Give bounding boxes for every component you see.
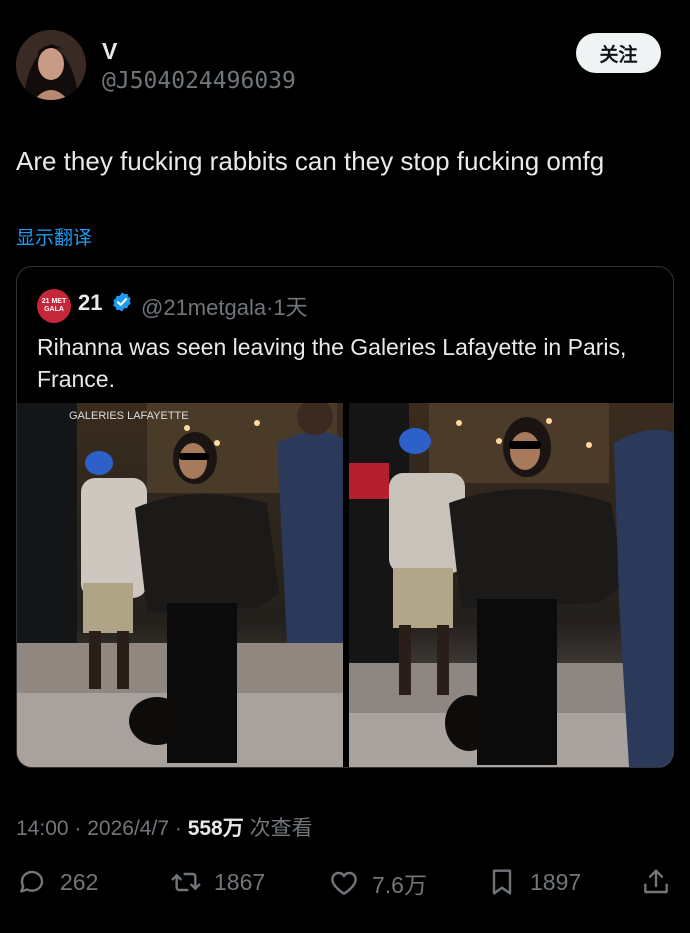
quoted-author-handle[interactable]: @21metgala [141,295,266,320]
quoted-photo-1[interactable]: GALERIES LAFAYETTE [17,403,343,767]
follow-button[interactable]: 关注 [576,33,661,73]
author-name[interactable]: V [102,38,117,65]
tweet-time[interactable]: 14:00 [16,817,69,840]
photo-1-store-sign: GALERIES LAFAYETTE [69,410,189,422]
reply-icon [20,870,44,893]
share-icon [644,869,668,894]
bookmark-count: 1897 [530,868,582,895]
verified-badge-icon [113,292,131,312]
like-count: 7.6万 [372,872,427,898]
quoted-author-meta: @21metgala·1天 [141,290,308,322]
tweet-meta: 14:00 · 2026/4/7 · 558万 次查看 [16,812,313,842]
reply-count: 262 [60,868,99,895]
repost-button[interactable]: 1867 [170,866,265,898]
show-translation-link[interactable]: 显示翻译 [16,223,92,250]
view-count: 558万 [187,817,244,840]
quoted-photo-2[interactable] [349,403,673,767]
meta-separator: · [174,817,182,840]
bookmark-icon [492,869,512,895]
quoted-avatar-logo-text: 21 MET GALA [41,298,67,313]
quoted-tweet-time[interactable]: 1天 [273,295,307,320]
tweet-date[interactable]: 2026/4/7 [87,817,169,840]
reply-button[interactable]: 262 [16,866,98,898]
quoted-tweet-card[interactable]: 21 MET GALA 21 @21metgala·1天 Rihanna was… [16,266,674,768]
view-label: 次查看 [249,817,313,840]
author-avatar[interactable] [16,30,86,100]
quoted-author-avatar[interactable]: 21 MET GALA [37,289,71,323]
share-button[interactable] [640,866,672,898]
quoted-author-name[interactable]: 21 [78,290,102,316]
author-handle[interactable]: @J504024496039 [102,68,296,94]
meta-separator: · [74,817,82,840]
bookmark-button[interactable]: 1897 [486,866,581,898]
repost-count: 1867 [214,868,266,895]
like-button[interactable]: 7.6万 [328,866,427,900]
like-icon [331,871,357,895]
tweet-text: Are they fucking rabbits can they stop f… [16,146,605,176]
repost-icon [171,872,201,892]
quoted-tweet-text: Rihanna was seen leaving the Galeries La… [37,334,627,392]
